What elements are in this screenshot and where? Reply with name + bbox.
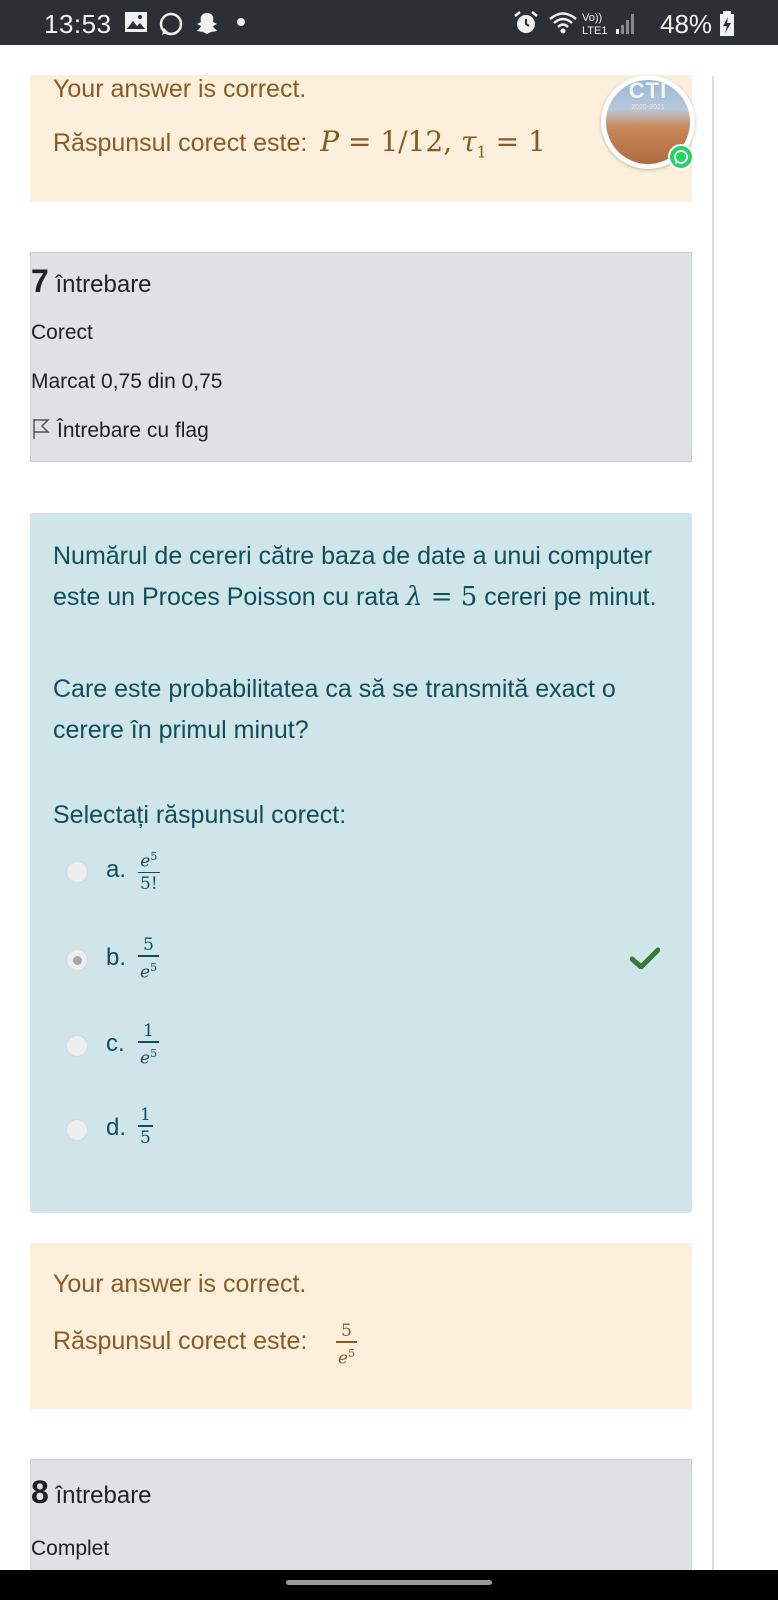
question-state: Corect: [31, 321, 93, 344]
question-number-value: 7: [31, 263, 49, 299]
question-7-info: 7 întrebare Corect Marcat 0,75 din 0,75 …: [30, 252, 692, 462]
feedback-correct-text-q7: Your answer is correct.: [53, 1270, 307, 1298]
question-8-number: 8 întrebare: [31, 1474, 152, 1511]
gallery-icon: [125, 12, 147, 32]
option-d[interactable]: d. 15: [66, 1101, 666, 1161]
question-8-state: Complet: [31, 1537, 110, 1560]
question-number: 7 întrebare: [31, 263, 152, 300]
correct-answer-prefix-q7: Răspunsul corect este:: [53, 1327, 308, 1355]
whatsapp-status-icon: [159, 12, 183, 36]
option-c-fraction: 1 e5: [138, 1021, 160, 1069]
option-c-radio[interactable]: [66, 1035, 88, 1057]
avatar-title: CTI: [628, 80, 668, 103]
question-8-number-value: 8: [31, 1474, 49, 1510]
question-8-info: 8 întrebare Complet: [30, 1459, 692, 1571]
option-d-radio[interactable]: [66, 1119, 88, 1141]
feedback-correct-text: Your answer is correct.: [53, 75, 307, 103]
answer-prompt: Selectați răspunsul corect:: [53, 801, 347, 829]
battery-charging-icon: [720, 11, 734, 36]
flag-icon: [33, 419, 50, 439]
battery-percent: 48%: [660, 9, 713, 39]
option-a-fraction: e5 5!: [138, 850, 160, 895]
question-number-label: întrebare: [55, 271, 152, 298]
system-navigation-bar: [0, 1570, 778, 1600]
feedback-previous-question: Your answer is correct. Răspunsul corect…: [30, 75, 692, 202]
snapchat-icon: [197, 13, 217, 34]
correct-answer-line: Răspunsul corect este: P = 1/12, τ1 = 1: [53, 125, 546, 162]
question-text-2: Care este probabilitatea ca să se transm…: [53, 675, 616, 744]
flag-question-link[interactable]: Întrebare cu flag: [31, 417, 209, 443]
option-b-radio[interactable]: [66, 949, 88, 971]
option-b[interactable]: b. 5 e5: [66, 931, 666, 991]
flag-question-label: Întrebare cu flag: [57, 419, 209, 442]
status-time: 13:53: [44, 9, 112, 39]
correct-answer-line-q7: Răspunsul corect este:: [53, 1327, 307, 1356]
option-a[interactable]: a. e5 5!: [66, 843, 666, 903]
option-b-letter: b.: [106, 944, 127, 971]
question-text: Numărul de cereri către baza de date a u…: [53, 536, 663, 618]
alarm-icon: [514, 11, 538, 33]
correct-check-icon: [630, 947, 660, 969]
whatsapp-badge-icon: [668, 144, 694, 170]
option-c-letter: c.: [106, 1030, 125, 1057]
svg-text:LTE1: LTE1: [582, 25, 607, 37]
status-bar: 13:53 Vo)) LTE1 48%: [0, 0, 778, 45]
page-scroll-edge: [712, 76, 714, 1570]
option-d-letter: d.: [106, 1114, 127, 1141]
question-8-number-label: întrebare: [55, 1482, 152, 1509]
rate-formula: λ = 5: [405, 582, 478, 612]
correct-answer-formula: P = 1/12, τ1 = 1: [320, 125, 546, 162]
notification-dot-icon: [237, 18, 245, 26]
correct-answer-prefix: Răspunsul corect este:: [53, 129, 308, 157]
correct-answer-fraction-q7: 5 e5: [336, 1321, 358, 1369]
question-text-part2: cereri pe minut.: [484, 583, 657, 611]
avatar-subtitle: 2020-2021: [631, 104, 665, 111]
question-7-formulation: Numărul de cereri către baza de date a u…: [30, 513, 692, 1213]
feedback-question-7: Your answer is correct. Răspunsul corect…: [30, 1243, 692, 1409]
question-grade: Marcat 0,75 din 0,75: [31, 370, 223, 393]
svg-text:Vo)): Vo)): [582, 12, 602, 24]
option-c[interactable]: c. 1 e5: [66, 1017, 666, 1077]
option-a-radio[interactable]: [66, 861, 88, 883]
home-gesture-handle[interactable]: [286, 1580, 492, 1585]
option-b-fraction: 5 e5: [138, 935, 160, 983]
option-d-fraction: 15: [138, 1105, 153, 1148]
option-a-letter: a.: [106, 856, 127, 883]
lte-signal-icon: Vo)) LTE1: [582, 12, 634, 37]
wifi-icon: [549, 12, 577, 34]
